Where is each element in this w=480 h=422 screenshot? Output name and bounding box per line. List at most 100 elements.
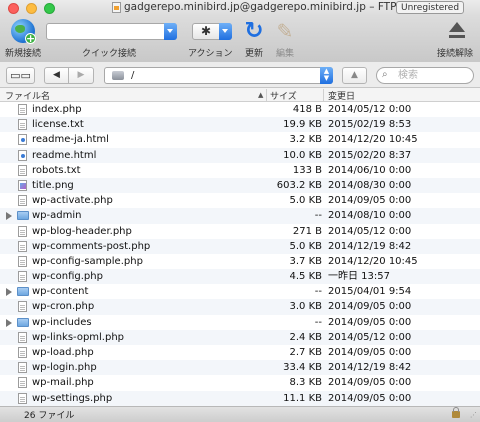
- file-name: wp-content: [32, 286, 89, 298]
- file-size: 2.4 KB: [289, 331, 323, 343]
- file-size: 11.1 KB: [283, 392, 322, 404]
- document-file-icon: [18, 225, 27, 237]
- column-modified-header[interactable]: 変更日: [328, 89, 355, 102]
- file-size: 8.3 KB: [289, 377, 323, 389]
- file-row[interactable]: wp-load.php 2.7 KB 2014/09/05 0:00: [0, 345, 480, 360]
- chevron-updown-icon[interactable]: ▲ ▼: [320, 67, 333, 84]
- file-row[interactable]: wp-config-sample.php 3.7 KB 2014/12/20 10:…: [0, 254, 480, 269]
- file-modified-date: 一昨日 13:57: [328, 271, 390, 283]
- file-row[interactable]: wp-comments-post.php 5.0 KB 2014/12/19 8:4…: [0, 238, 480, 254]
- disconnect-label: 接続解除: [437, 49, 474, 59]
- unregistered-badge[interactable]: Unregistered: [396, 1, 465, 14]
- file-size: 418 B: [292, 104, 322, 115]
- file-modified-date: 2014/12/19 8:42: [328, 240, 412, 252]
- file-row[interactable]: title.png 603.2 KB 2014/08/30 0:00: [0, 177, 480, 194]
- file-name: wp-load.php: [32, 347, 94, 358]
- file-row[interactable]: wp-content -- 2015/04/01 9:54: [0, 284, 480, 299]
- zoom-window-button[interactable]: [44, 3, 55, 14]
- file-modified-date: 2014/12/20 10:45: [328, 134, 418, 146]
- chevron-down-icon[interactable]: [164, 23, 177, 40]
- file-row[interactable]: wp-links-opml.php 2.4 KB 2014/05/12 0:00: [0, 329, 480, 345]
- bookmarks-button[interactable]: ▭▭: [6, 67, 35, 84]
- file-row[interactable]: readme-ja.html 3.2 KB 2014/12/20 10:45: [0, 132, 480, 147]
- forward-arrow-icon: ▶: [77, 70, 85, 80]
- document-file-icon: [18, 255, 27, 267]
- file-row[interactable]: wp-config.php 4.5 KB 一昨日 13:57: [0, 269, 480, 285]
- file-name: readme.html: [32, 149, 97, 161]
- file-modified-date: 2014/05/12 0:00: [328, 331, 412, 343]
- column-divider[interactable]: [323, 89, 324, 101]
- file-row[interactable]: readme.html 10.0 KB 2015/02/20 8:37: [0, 147, 480, 163]
- document-file-icon: [18, 240, 27, 252]
- quick-connect-combo[interactable]: [46, 23, 177, 40]
- file-row[interactable]: wp-includes -- 2014/09/05 0:00: [0, 315, 480, 330]
- file-count: 26 ファイル: [24, 411, 75, 421]
- column-divider[interactable]: [266, 89, 267, 101]
- file-name: wp-links-opml.php: [32, 331, 125, 343]
- column-size-header[interactable]: サイズ: [270, 89, 297, 102]
- toolbar: + 新規接続 クイック接続 ✱ アクション ↻ 更新 ✎ 編集 接続解除: [0, 16, 480, 62]
- back-button[interactable]: ◀: [44, 67, 69, 84]
- file-row[interactable]: wp-activate.php 5.0 KB 2014/09/05 0:00: [0, 193, 480, 208]
- file-row[interactable]: wp-login.php 33.4 KB 2014/12/19 8:42: [0, 360, 480, 376]
- action-menu-button[interactable]: ✱: [192, 23, 232, 40]
- forward-button[interactable]: ▶: [69, 67, 94, 84]
- search-input[interactable]: [398, 69, 468, 82]
- pencil-icon: ✎: [276, 19, 294, 43]
- current-path: /: [131, 70, 135, 81]
- document-file-icon: [18, 119, 27, 131]
- parent-folder-button[interactable]: ▲: [342, 67, 367, 84]
- file-modified-date: 2014/12/19 8:42: [328, 362, 412, 374]
- file-name: index.php: [32, 104, 82, 115]
- document-file-icon: [18, 271, 27, 283]
- path-selector[interactable]: / ▲ ▼: [104, 67, 333, 84]
- disclosure-triangle-icon[interactable]: [6, 288, 12, 297]
- document-file-icon: [18, 377, 27, 389]
- file-row[interactable]: wp-settings.php 11.1 KB 2014/09/05 0:00: [0, 390, 480, 406]
- file-row[interactable]: wp-blog-header.php 271 B 2014/05/12 0:00: [0, 224, 480, 239]
- file-size: 603.2 KB: [276, 179, 322, 191]
- close-window-button[interactable]: [8, 3, 19, 14]
- new-connection-label: 新規接続: [5, 49, 42, 59]
- column-name-header[interactable]: ファイル名: [5, 89, 50, 102]
- file-size: 10.0 KB: [283, 149, 322, 161]
- up-arrow-icon: ▲: [351, 70, 358, 80]
- minimize-window-button[interactable]: [26, 3, 37, 14]
- document-file-icon: [18, 104, 27, 115]
- file-row[interactable]: wp-mail.php 8.3 KB 2014/09/05 0:00: [0, 375, 480, 390]
- navigation-bar: ▭▭ ◀ ▶ / ▲ ▼ ▲ ⌕: [0, 62, 480, 88]
- sort-ascending-icon: ▲: [258, 91, 264, 99]
- disclosure-triangle-icon[interactable]: [6, 212, 12, 221]
- file-name: wp-activate.php: [32, 195, 113, 207]
- file-size: 4.5 KB: [289, 271, 323, 283]
- file-row[interactable]: license.txt 19.9 KB 2015/02/19 8:53: [0, 117, 480, 133]
- refresh-icon: ↻: [244, 18, 264, 44]
- disk-icon: [112, 71, 124, 80]
- document-proxy-icon: [112, 2, 121, 13]
- file-list[interactable]: index.php 418 B 2014/05/12 0:00 license.txt…: [0, 102, 480, 406]
- search-icon: ⌕: [382, 69, 388, 80]
- file-row[interactable]: index.php 418 B 2014/05/12 0:00: [0, 102, 480, 117]
- file-modified-date: 2014/12/20 10:45: [328, 255, 418, 267]
- file-name: wp-blog-header.php: [32, 225, 132, 237]
- file-name: robots.txt: [32, 164, 81, 176]
- file-modified-date: 2014/09/05 0:00: [328, 301, 412, 313]
- window-title: gadgerepo.minibird.jp@gadgerepo.minibird…: [124, 1, 397, 13]
- file-row[interactable]: wp-admin -- 2014/08/10 0:00: [0, 208, 480, 224]
- file-name: wp-comments-post.php: [32, 240, 151, 252]
- file-row[interactable]: wp-cron.php 3.0 KB 2014/09/05 0:00: [0, 299, 480, 315]
- file-size: 5.0 KB: [289, 195, 323, 207]
- disclosure-triangle-icon[interactable]: [6, 318, 12, 327]
- document-file-icon: [18, 362, 27, 374]
- globe-plus-icon: +: [11, 19, 36, 44]
- file-name: license.txt: [32, 119, 84, 131]
- file-name: wp-cron.php: [32, 301, 95, 313]
- file-size: --: [314, 210, 322, 222]
- file-modified-date: 2014/09/05 0:00: [328, 377, 412, 389]
- resize-grip-icon[interactable]: ⋰: [470, 411, 477, 419]
- file-row[interactable]: robots.txt 133 B 2014/06/10 0:00: [0, 163, 480, 178]
- file-modified-date: 2014/09/05 0:00: [328, 347, 412, 358]
- file-size: 33.4 KB: [283, 362, 322, 374]
- file-name: title.png: [32, 179, 74, 191]
- chevron-down-icon: [219, 23, 232, 40]
